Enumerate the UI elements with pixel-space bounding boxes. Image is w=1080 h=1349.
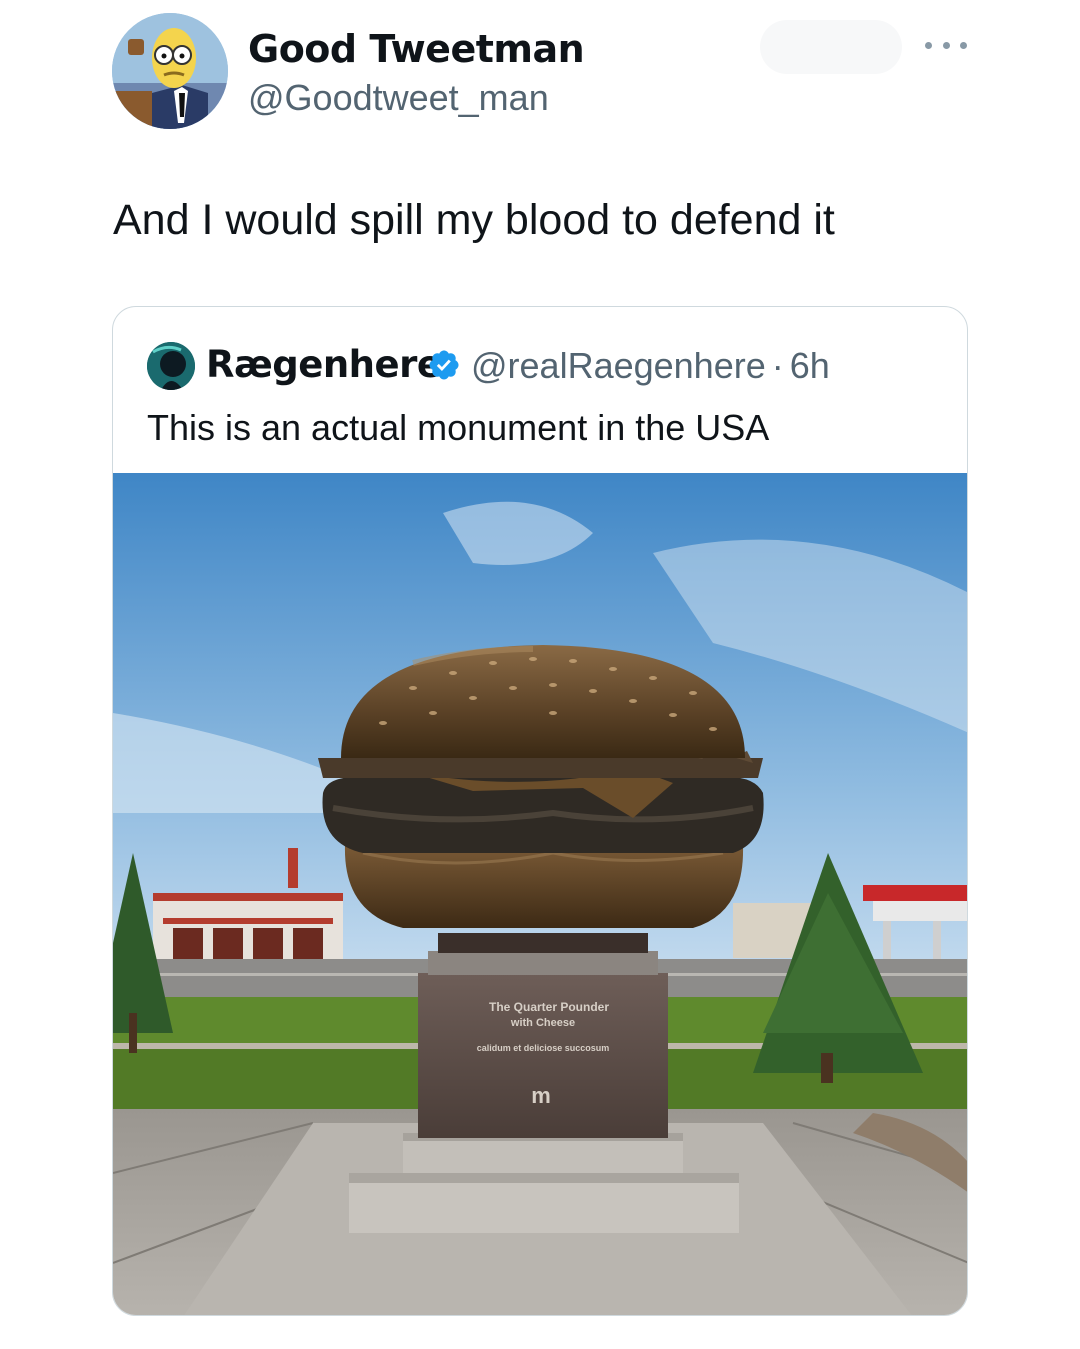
tweet-text: And I would spill my blood to defend it bbox=[113, 196, 835, 244]
plaque-logo: m bbox=[531, 1083, 551, 1108]
author-name[interactable]: Good Tweetman bbox=[248, 27, 585, 71]
quoted-author-avatar[interactable] bbox=[147, 342, 195, 390]
quoted-tweet-text: This is an actual monument in the USA bbox=[147, 407, 770, 448]
plaque-motto: calidum et deliciose succosum bbox=[477, 1043, 610, 1053]
verified-badge-icon bbox=[427, 348, 461, 382]
quoted-tweet-image[interactable]: The Quarter Pounder with Cheese calidum … bbox=[113, 473, 967, 1315]
more-icon[interactable] bbox=[925, 30, 967, 60]
meta-separator: · bbox=[771, 345, 784, 386]
plaque-line2: with Cheese bbox=[510, 1017, 575, 1029]
quoted-time[interactable]: 6h bbox=[790, 345, 830, 386]
quoted-meta: @realRaegenhere · 6h bbox=[471, 345, 830, 387]
quoted-tweet-card[interactable]: Rægenhere @realRaegenhere · 6h This is an … bbox=[112, 306, 968, 1316]
follow-button[interactable] bbox=[760, 20, 902, 74]
author-handle[interactable]: @Goodtweet_man bbox=[248, 77, 549, 119]
quoted-author-name[interactable]: Rægenhere bbox=[206, 343, 442, 386]
author-avatar[interactable] bbox=[112, 13, 228, 129]
plaque-line1: The Quarter Pounder bbox=[489, 1000, 609, 1014]
quoted-author-handle[interactable]: @realRaegenhere bbox=[471, 345, 766, 386]
